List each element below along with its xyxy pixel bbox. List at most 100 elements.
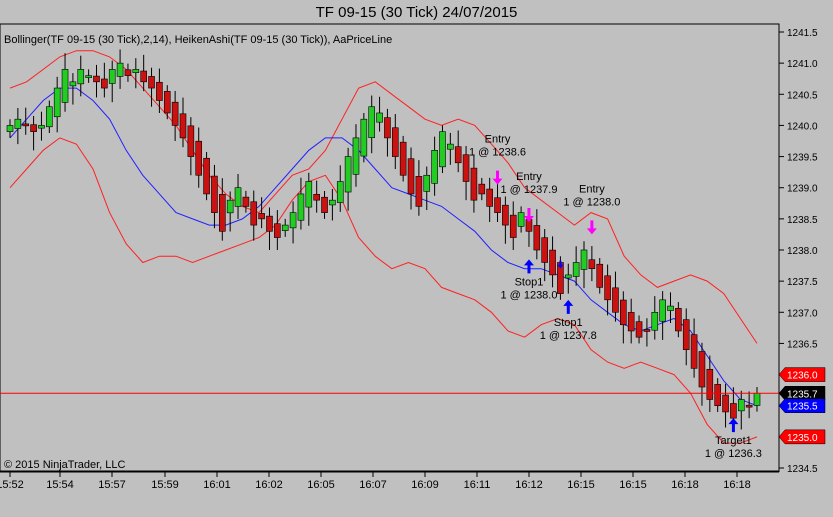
candle-body <box>399 141 407 176</box>
price-label-text: 1236.0 <box>787 371 818 382</box>
candle-body <box>46 106 53 128</box>
candle-body <box>635 321 643 338</box>
candle-body <box>682 319 690 350</box>
candle-body <box>140 70 147 83</box>
candle-body <box>722 394 729 413</box>
x-tick-label: 15:59 <box>151 479 179 491</box>
x-tick-label: 15:57 <box>98 479 126 491</box>
candle-body <box>266 215 273 232</box>
candle-body <box>211 175 218 213</box>
candle-body <box>258 213 265 220</box>
x-tick-label: 16:09 <box>411 479 439 491</box>
x-tick-label: 16:02 <box>255 479 283 491</box>
candle-body <box>454 146 462 164</box>
chart-window: TF 09-15 (30 Tick) 24/07/2015 1234.51235… <box>0 0 833 517</box>
candle-body <box>541 237 548 263</box>
candle-body <box>187 125 195 157</box>
candle-body <box>604 275 611 301</box>
candle-body <box>368 106 376 138</box>
annotation-label: 1 @ 1236.3 <box>705 448 762 460</box>
annotation-label: Entry <box>485 134 511 146</box>
candle-body <box>737 399 745 412</box>
candle-body <box>313 193 320 201</box>
x-tick-label: 16:07 <box>359 479 387 491</box>
candle-body <box>690 334 698 369</box>
x-tick-label: 16:18 <box>671 479 699 491</box>
candle-body <box>478 183 486 195</box>
candle-body <box>533 225 541 251</box>
candle-body <box>675 307 682 332</box>
candle-body <box>730 403 737 419</box>
y-tick-label: 1238.5 <box>787 215 818 226</box>
candle-body <box>651 311 659 331</box>
candle-body <box>509 214 517 238</box>
candle-body <box>391 127 399 157</box>
candle-body <box>572 262 580 277</box>
copyright-label: © 2015 NinjaTrader, LLC <box>4 459 125 471</box>
candle-body <box>242 196 250 207</box>
candle-body <box>69 81 77 87</box>
candle-body <box>305 181 313 208</box>
annotation-label: Target1 <box>715 435 752 447</box>
candle-body <box>384 117 391 139</box>
candle-body <box>352 137 360 175</box>
candle-body <box>667 305 674 311</box>
annotation-label: 1 @ 1238.0 <box>500 289 557 301</box>
x-tick-label: 16:01 <box>203 479 231 491</box>
candle-body <box>470 167 478 201</box>
candle-body <box>486 188 493 207</box>
candle-body <box>517 212 525 227</box>
candle-body <box>336 181 344 203</box>
candle-body <box>14 118 22 129</box>
y-tick-label: 1236.5 <box>787 339 818 350</box>
candle-body <box>698 351 706 388</box>
candle-body <box>423 174 431 192</box>
x-tick-label: 16:15 <box>619 479 647 491</box>
candle-body <box>407 158 415 195</box>
x-tick-label: 16:18 <box>723 479 751 491</box>
y-tick-label: 1238.0 <box>787 246 818 257</box>
candle-body <box>659 299 666 322</box>
candle-body <box>564 274 572 279</box>
candle-body <box>195 140 203 176</box>
x-tick-label: 16:15 <box>567 479 595 491</box>
candle-body <box>85 75 92 78</box>
candle-body <box>549 249 556 276</box>
x-tick-label: 16:11 <box>464 479 491 491</box>
candle-body <box>156 81 163 101</box>
price-chart[interactable]: 1234.5 1235.0 1235.5 1236.0 1236.5 1237.0 1237… <box>0 0 833 517</box>
candle-body <box>580 249 588 270</box>
y-tick-label: 1237.5 <box>787 277 818 288</box>
candle-body <box>234 187 242 207</box>
candle-body <box>250 201 258 226</box>
x-axis: 15:52 15:54 15:57 15:59 16:01 16:02 16:05 16:07… <box>0 472 751 491</box>
candle-body <box>6 125 14 132</box>
candle-body <box>706 368 714 400</box>
candle-body <box>439 131 446 168</box>
candle-body <box>30 124 37 132</box>
annotation-label: Stop1 <box>554 317 583 329</box>
candle-body <box>596 263 604 288</box>
y-tick-label: 1237.0 <box>787 308 818 319</box>
candle-body <box>612 287 619 313</box>
x-tick-label: 15:52 <box>0 479 24 491</box>
x-tick-label: 16:12 <box>515 479 543 491</box>
annotation-label: 1 @ 1237.8 <box>540 330 597 342</box>
candle-body <box>289 212 297 229</box>
candle-body <box>61 69 69 103</box>
annotation-label: 1 @ 1237.9 <box>500 184 557 196</box>
annotation-label: Entry <box>516 171 542 183</box>
candle-body <box>714 384 721 407</box>
candle-body <box>101 78 108 89</box>
candle-body <box>297 193 305 221</box>
candle-body <box>163 91 171 114</box>
candle-body <box>753 392 761 406</box>
candle-body <box>620 299 627 326</box>
indicator-label: Bollinger(TF 09-15 (30 Tick),2,14), Heik… <box>4 34 392 46</box>
candle-body <box>53 87 61 118</box>
candle-body <box>462 154 470 182</box>
candle-body <box>321 196 328 213</box>
candle-body <box>643 329 651 332</box>
candle-body <box>745 404 753 408</box>
candle-body <box>132 69 140 73</box>
